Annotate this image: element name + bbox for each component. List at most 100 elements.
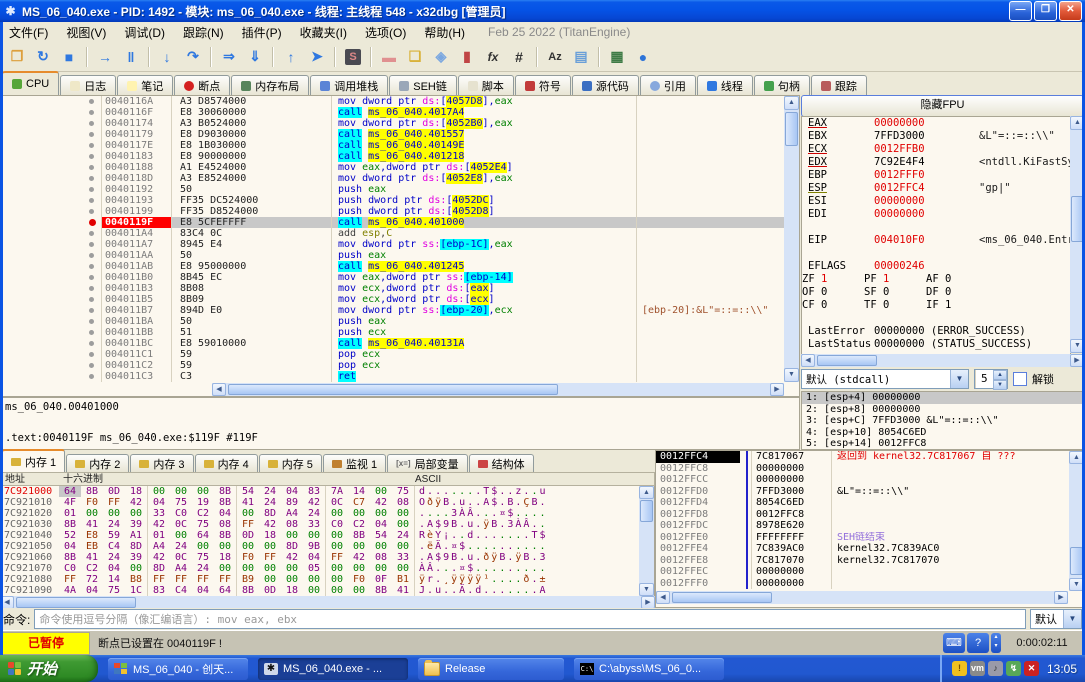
disasm-row[interactable]: 004011C2 59 pop ecx (1, 360, 799, 371)
stack-row[interactable]: 0012FFCC 00000000 (656, 474, 1084, 486)
taskbar-task-1[interactable]: MS_06_040 - 创天... (108, 657, 248, 680)
register-row[interactable]: OF 0 SF 0 DF 0 (802, 286, 1070, 299)
tab-日志[interactable]: 日志 (60, 75, 117, 95)
dump-vscrollbar[interactable]: ▲ ▼ (639, 486, 654, 596)
row-dot-icon[interactable] (85, 316, 101, 327)
row-dot-icon[interactable] (85, 294, 101, 305)
row-dot-icon[interactable] (85, 327, 101, 338)
register-row[interactable]: EFLAGS 00000246 (802, 260, 1070, 273)
argument-row[interactable]: 3: [esp+C] 7FFD3000 &L"=::=::\\" (802, 415, 1083, 427)
disasm-row[interactable]: 00401174 A3 B0524000 mov dword ptr ds:[405… (1, 118, 799, 129)
breakpoint-dot-icon[interactable] (85, 217, 101, 228)
memory-dump-rows[interactable]: 7C921000 64 8B 0D 18 00 00 00 8B 54 24 04 83 7A 14 00 75… (0, 486, 655, 596)
disasm-row[interactable]: 00401192 50 push eax (1, 184, 799, 195)
menu-item-p[interactable]: 插件(P) (233, 22, 291, 43)
register-row[interactable]: EIP 004010F0 <ms_06_040.EntryPoint> (802, 234, 1070, 247)
comment-icon[interactable]: ❑ (403, 45, 427, 69)
execute-till-return-icon[interactable]: ↑ (279, 45, 303, 69)
row-dot-icon[interactable] (85, 349, 101, 360)
row-dot-icon[interactable] (85, 206, 101, 217)
row-dot-icon[interactable] (85, 140, 101, 151)
row-dot-icon[interactable] (85, 228, 101, 239)
stack-row[interactable]: 0012FFD4 8054C6ED (656, 497, 1084, 509)
register-row[interactable] (802, 247, 1070, 260)
row-dot-icon[interactable] (85, 261, 101, 272)
disasm-row[interactable]: 00401193 FF35 DC524000 push dword ptr ds:[… (1, 195, 799, 206)
dump-tab-内存5[interactable]: 内存 5 (258, 454, 322, 472)
disassembly-pane[interactable]: 0040116A A3 D8574000 mov dword ptr ds:[405… (0, 95, 800, 397)
stack-row[interactable]: 0012FFE0 FFFFFFFF SEH链结束 (656, 531, 1084, 543)
keyboard-icon[interactable]: ⌨ (943, 633, 965, 653)
patch-icon[interactable]: ▬ (377, 45, 401, 69)
dump-tab-内存2[interactable]: 内存 2 (66, 454, 130, 472)
dump-row[interactable]: 7C921000 64 8B 0D 18 00 00 00 8B 54 24 04 83 7A 14 00 75… (1, 486, 654, 497)
taskbar-task-2[interactable]: ✱ MS_06_040.exe - ... (258, 657, 408, 680)
row-dot-icon[interactable] (85, 96, 101, 107)
stack-row[interactable]: 0012FFE8 7C817070 kernel32.7C817070 (656, 554, 1084, 566)
register-row[interactable]: EBX 7FFD3000 &L"=::=::\\" (802, 130, 1070, 143)
disasm-row[interactable]: 00401183 E8 90000000 call ms_06_040.401218 (1, 151, 799, 162)
disasm-row[interactable]: 004011B0 8B45 EC mov eax,dword ptr ss:[ebp… (1, 272, 799, 283)
taskbar-task-3[interactable]: Release (418, 657, 564, 680)
help-icon[interactable]: ? (967, 633, 989, 653)
disasm-row[interactable]: 004011BC E8 59010000 call ms_06_040.40131A (1, 338, 799, 349)
calling-convention-select[interactable]: 默认 (stdcall) ▼ (801, 369, 969, 389)
step-into-icon[interactable]: ↓ (155, 45, 179, 69)
hash-icon[interactable]: # (507, 45, 531, 69)
row-dot-icon[interactable] (85, 338, 101, 349)
row-dot-icon[interactable] (85, 129, 101, 140)
disasm-row[interactable]: 004011C1 59 pop ecx (1, 349, 799, 360)
dump-tab-局部变量[interactable]: [x=] 局部变量 (387, 454, 468, 472)
close-button[interactable]: ✕ (1059, 1, 1082, 21)
tab-seh链[interactable]: SEH链 (389, 75, 457, 95)
taskbar-task-4[interactable]: C:\ C:\abyss\MS_06_0... (574, 657, 724, 680)
menu-item-i[interactable]: 收藏夹(I) (291, 22, 356, 43)
row-dot-icon[interactable] (85, 371, 101, 382)
run-to-user-code-icon[interactable]: ➤ (305, 45, 329, 69)
disasm-row[interactable]: 00401179 E8 D9030000 call ms_06_040.401557 (1, 129, 799, 140)
argument-row[interactable]: 2: [esp+8] 00000000 (802, 404, 1083, 416)
row-dot-icon[interactable] (85, 118, 101, 129)
stop-icon[interactable]: ■ (57, 45, 81, 69)
dump-row[interactable]: 7C921080 FF 72 14 B8 FF FF FF FF B9 00 00 00 00 F0 0F B1… (1, 574, 654, 585)
tab-内存布局[interactable]: 内存布局 (231, 75, 310, 95)
run-icon[interactable]: → (93, 45, 117, 69)
tab-cpu[interactable]: CPU (2, 71, 60, 95)
disasm-row[interactable]: 004011A7 8945 E4 mov dword ptr ss:[ebp-1C]… (1, 239, 799, 250)
stack-row[interactable]: 0012FFEC 00000000 (656, 566, 1084, 578)
register-row[interactable]: ZF 1 PF 1 AF 0 (802, 273, 1070, 286)
row-dot-icon[interactable] (85, 184, 101, 195)
globe-icon[interactable]: ● (631, 45, 655, 69)
tab-跟踪[interactable]: 跟踪 (810, 75, 867, 95)
stack-row[interactable]: 0012FFF0 00000000 (656, 577, 1084, 589)
register-row[interactable]: LastError 00000000 (ERROR_SUCCESS) (802, 325, 1070, 338)
menu-item-n[interactable]: 跟踪(N) (174, 22, 233, 43)
argument-row[interactable]: 4: [esp+10] 8054C6ED (802, 427, 1083, 439)
dump-row[interactable]: 7C921030 8B 41 24 39 42 0C 75 08 FF 42 08 33 C0 C2 04 00… (1, 519, 654, 530)
menu-item-f[interactable]: 文件(F) (0, 22, 57, 43)
memory-window-icon[interactable]: ▤ (569, 45, 593, 69)
network-icon[interactable]: ↯ (1005, 661, 1021, 676)
disassembly-hscrollbar[interactable]: ◀ ▶ (212, 383, 784, 396)
security-alert-icon[interactable]: ! (951, 661, 967, 676)
register-row[interactable]: EDI 00000000 (802, 208, 1070, 221)
tab-调用堆栈[interactable]: 调用堆栈 (310, 75, 389, 95)
restore-button[interactable]: ❐ (1034, 1, 1057, 21)
disasm-row[interactable]: 0040117E E8 1B030000 call ms_06_040.40149E (1, 140, 799, 151)
argument-count-stepper[interactable]: 5 ▲ ▼ (974, 369, 1008, 390)
tab-断点[interactable]: 断点 (174, 75, 231, 95)
register-row[interactable]: ESI 00000000 (802, 195, 1070, 208)
menu-item-h[interactable]: 帮助(H) (415, 22, 474, 43)
row-dot-icon[interactable] (85, 283, 101, 294)
stack-hscrollbar[interactable]: ◀ ▶ (656, 591, 1068, 604)
pause-icon[interactable]: ‖ (119, 45, 143, 69)
open-file-icon[interactable]: ❐ (5, 45, 29, 69)
stack-row[interactable]: 0012FFD0 7FFD3000 &L"=::=::\\" (656, 485, 1084, 497)
disasm-row[interactable]: 0040116F E8 30060000 call ms_06_040.4017A4 (1, 107, 799, 118)
label-icon[interactable]: ◈ (429, 45, 453, 69)
stack-row[interactable]: 0012FFD8 0012FFC8 (656, 508, 1084, 520)
argument-row[interactable]: 5: [esp+14] 0012FFC8 (802, 438, 1083, 449)
disasm-row[interactable]: 00401188 A1 E4524000 mov eax,dword ptr ds:… (1, 162, 799, 173)
chevron-down-icon[interactable]: ▼ (1063, 610, 1081, 628)
register-row[interactable]: EBP 0012FFF0 (802, 169, 1070, 182)
